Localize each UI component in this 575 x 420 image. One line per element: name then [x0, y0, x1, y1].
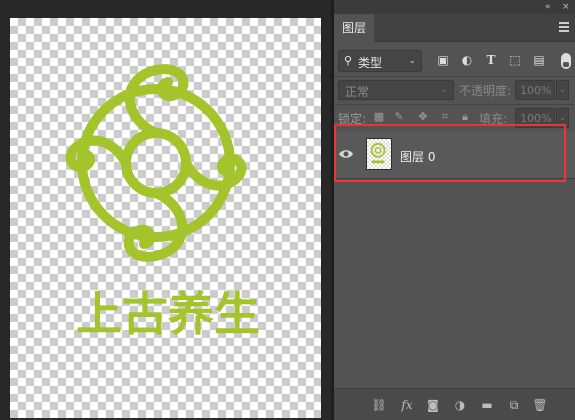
search-icon: ⚲ — [344, 54, 353, 67]
lock-pixels-icon[interactable]: ✎ — [392, 110, 406, 124]
opacity-input[interactable]: 100% — [515, 80, 555, 100]
type-filter-icon[interactable]: T — [483, 52, 499, 68]
opacity-dropdown-icon[interactable]: ⌄ — [556, 80, 569, 100]
panel-bottom-bar: ⛓︎ fx ◙ ◑ ▬ ⧉ 🗑︎ — [334, 388, 575, 420]
lock-artboard-icon[interactable]: ⌗ — [438, 110, 452, 124]
layer-filter-select[interactable]: ⚲ 类型 ⌄ — [338, 50, 422, 72]
double-chevron-icon[interactable]: « — [545, 1, 551, 13]
filter-toggle[interactable] — [561, 53, 571, 69]
blend-mode-value: 正常 — [345, 85, 370, 99]
opacity-label: 不透明度: — [459, 84, 512, 98]
hamburger-icon[interactable] — [559, 22, 569, 32]
folder-icon[interactable]: ▬ — [479, 397, 495, 413]
mask-icon[interactable]: ◙ — [425, 397, 441, 413]
divider — [334, 76, 575, 77]
canvas-area[interactable]: 上古养生 — [0, 0, 331, 420]
trash-icon[interactable]: 🗑︎ — [532, 397, 548, 413]
panel-tab-row: 图层 — [334, 14, 575, 42]
close-panel-icon[interactable]: × — [562, 1, 570, 13]
blend-mode-select[interactable]: 正常 ⌄ — [338, 80, 454, 100]
tab-layers[interactable]: 图层 — [334, 14, 375, 42]
document-canvas[interactable]: 上古养生 — [10, 18, 321, 418]
opacity-value: 100% — [520, 84, 552, 97]
lock-all-icon[interactable]: 🔒︎ — [458, 110, 472, 124]
chevron-down-icon: ⌄ — [408, 56, 416, 66]
filter-label: 类型 — [358, 56, 383, 70]
chevron-down-icon: ⌄ — [440, 85, 448, 95]
divider — [334, 104, 575, 105]
lock-transparent-icon[interactable]: ▩ — [372, 110, 386, 124]
highlight-box — [334, 124, 566, 182]
fx-icon[interactable]: fx — [399, 397, 415, 413]
new-layer-icon[interactable]: ⧉ — [506, 397, 522, 413]
panel-topbar: « × — [334, 0, 575, 14]
layers-panel: « × 图层 ⚲ 类型 ⌄ ▣ ◐ T ⬚ ▤ 正常 ⌄ 不透明度: 100% … — [334, 0, 575, 420]
shape-filter-icon[interactable]: ⬚ — [507, 52, 523, 68]
logo-image: 上古养生 — [65, 64, 260, 341]
lock-position-icon[interactable]: ✥ — [416, 110, 430, 124]
logo-text: 上古养生 — [76, 287, 260, 341]
smart-object-filter-icon[interactable]: ▤ — [531, 52, 547, 68]
adjustment-filter-icon[interactable]: ◐ — [459, 52, 475, 68]
image-filter-icon[interactable]: ▣ — [435, 52, 451, 68]
link-icon[interactable]: ⛓︎ — [371, 397, 387, 413]
adjustment-icon[interactable]: ◑ — [452, 397, 468, 413]
